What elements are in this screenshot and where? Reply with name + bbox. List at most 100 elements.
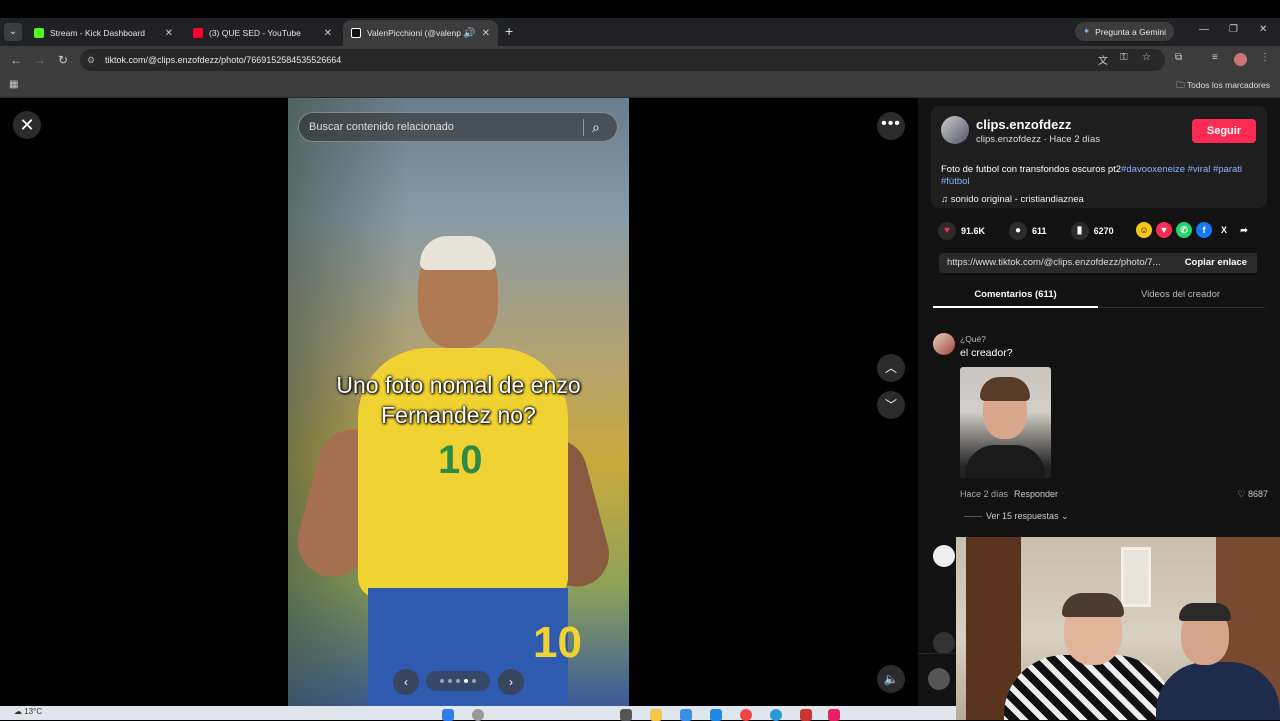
window-close-icon[interactable]: ✕ xyxy=(1259,24,1267,35)
volume-icon: 🔈 xyxy=(883,672,899,686)
photo-viewer: ✕ 10 10 Uno foto nomal de enzo Fernandez… xyxy=(0,98,918,706)
webcam-overlay xyxy=(956,537,1280,720)
post-link-field[interactable]: https://www.tiktok.com/@clips.enzofdezz/… xyxy=(939,253,1257,273)
comment-avatar[interactable] xyxy=(933,632,955,654)
music-label: sonido original - cristiandiaznea xyxy=(950,194,1084,205)
extensions-icon[interactable]: ⧉ xyxy=(1175,52,1182,63)
profile-avatar[interactable] xyxy=(1234,53,1247,66)
app-icon[interactable] xyxy=(710,709,722,721)
close-viewer-button[interactable]: ✕ xyxy=(13,111,41,139)
search-taskbar-icon[interactable] xyxy=(472,709,484,721)
os-taskbar: ☁ 13°C xyxy=(0,706,956,721)
follow-button[interactable]: Seguir xyxy=(1192,119,1256,143)
coin-icon[interactable]: ☺ xyxy=(1136,222,1152,238)
tab-youtube[interactable]: (3) QUE SED - YouTube ✕ xyxy=(185,20,340,46)
minimize-icon[interactable]: — xyxy=(1199,24,1209,35)
caption-line-1: Uno foto nomal de enzo xyxy=(336,372,581,398)
reload-icon[interactable]: ↻ xyxy=(58,53,68,67)
jersey-number: 10 xyxy=(438,438,483,482)
carousel-dot-active[interactable] xyxy=(464,679,468,683)
tab-tiktok[interactable]: ValenPicchioni (@valenpicc 🔊 ✕ xyxy=(343,20,498,46)
repost-icon[interactable]: ▼ xyxy=(1156,222,1172,238)
weather-widget[interactable]: ☁ 13°C xyxy=(14,707,42,716)
comment-image-hair xyxy=(980,377,1030,401)
chrome-icon[interactable] xyxy=(740,709,752,721)
comment-username[interactable]: ¿Qué? xyxy=(960,334,986,344)
comment-icon[interactable]: ● xyxy=(1009,222,1028,240)
webcam-window xyxy=(1121,547,1151,607)
close-icon: ✕ xyxy=(19,115,35,135)
author-avatar[interactable] xyxy=(941,116,969,144)
view-replies-button[interactable]: Ver 15 respuestas ⌄ xyxy=(964,511,1069,522)
close-tab-icon[interactable]: ✕ xyxy=(324,28,332,39)
translate-icon[interactable]: 文 xyxy=(1098,52,1108,67)
author-card: clips.enzofdezz clips.enzofdezz · Hace 2… xyxy=(931,106,1267,208)
password-key-icon[interactable]: ⚿ xyxy=(1120,52,1128,63)
edge-icon[interactable] xyxy=(770,709,782,721)
all-bookmarks-button[interactable]: 🗀 Todos los marcadores xyxy=(1176,80,1270,94)
x-icon[interactable]: X xyxy=(1216,222,1232,238)
search-icon[interactable]: ⌕ xyxy=(592,113,600,141)
menu-dots-icon[interactable]: ⋮ xyxy=(1260,52,1270,63)
tab-title: (3) QUE SED - YouTube xyxy=(209,28,301,38)
start-icon[interactable] xyxy=(442,709,454,721)
comment-avatar[interactable] xyxy=(933,545,955,567)
tab-comments[interactable]: Comentarios (611) xyxy=(933,282,1098,308)
maximize-icon[interactable]: ❐ xyxy=(1229,24,1238,35)
player-hair xyxy=(420,236,496,270)
cloud-icon: ☁ xyxy=(14,707,25,716)
comment-image[interactable] xyxy=(960,367,1051,478)
volume-button[interactable]: 🔈 xyxy=(877,665,905,693)
media-controls-icon[interactable]: ≡ xyxy=(1212,52,1218,63)
whatsapp-icon[interactable]: ✆ xyxy=(1176,222,1192,238)
new-tab-button[interactable]: + xyxy=(505,23,513,39)
carousel-dot[interactable] xyxy=(456,679,460,683)
close-tab-icon[interactable]: ✕ xyxy=(165,28,173,39)
back-icon[interactable]: ← xyxy=(10,53,22,67)
carousel-next-button[interactable]: › xyxy=(498,669,524,695)
share-arrow-icon[interactable]: ➦ xyxy=(1236,222,1252,238)
explorer-icon[interactable] xyxy=(650,709,662,721)
taskview-icon[interactable] xyxy=(620,709,632,721)
speaker-icon[interactable]: 🔊 xyxy=(463,28,475,39)
previous-post-button[interactable]: ︿ xyxy=(877,354,905,382)
tab-search-button[interactable]: ⌄ xyxy=(4,23,22,41)
music-note-icon: ♫ xyxy=(941,194,951,205)
search-divider xyxy=(583,119,584,136)
carousel-dot[interactable] xyxy=(472,679,476,683)
share-icons: ☺ ▼ ✆ f X ➦ xyxy=(1136,222,1252,238)
tab-kick[interactable]: Stream - Kick Dashboard ✕ xyxy=(26,20,181,46)
copy-link-button[interactable]: Copiar enlace xyxy=(1174,253,1257,273)
tab-creator-videos[interactable]: Videos del creador xyxy=(1098,282,1263,308)
author-username[interactable]: clips.enzofdezz xyxy=(976,117,1071,132)
comment-avatar[interactable] xyxy=(933,333,955,355)
url-field[interactable]: ⚙ tiktok.com/@clips.enzofdezz/photo/7669… xyxy=(80,49,1165,71)
reply-button[interactable]: Responder xyxy=(1014,489,1058,499)
bookmark-star-icon[interactable]: ☆ xyxy=(1142,52,1151,63)
weather-temp: 13°C xyxy=(24,707,43,716)
apps-grid-icon[interactable]: ▦ xyxy=(9,79,18,90)
caption-line-2: Fernandez no? xyxy=(381,402,536,428)
tab-title: ValenPicchioni (@valenpicc xyxy=(367,28,462,38)
carousel-dot[interactable] xyxy=(440,679,444,683)
next-post-button[interactable]: ﹀ xyxy=(877,391,905,419)
comment-likes[interactable]: ♡ 8687 xyxy=(1237,489,1268,500)
close-tab-icon[interactable]: ✕ xyxy=(482,28,490,39)
store-icon[interactable] xyxy=(680,709,692,721)
app-icon[interactable] xyxy=(800,709,812,721)
more-options-button[interactable]: ••• xyxy=(877,112,905,140)
carousel-dot[interactable] xyxy=(448,679,452,683)
carousel-prev-button[interactable]: ‹ xyxy=(393,669,419,695)
related-search-input[interactable]: Buscar contenido relacionado ⌕ xyxy=(298,112,618,142)
forward-icon[interactable]: → xyxy=(34,53,46,67)
heart-icon[interactable]: ♥ xyxy=(938,222,956,240)
music-row[interactable]: ♫ sonido original - cristiandiaznea xyxy=(941,194,1084,205)
carousel-dots xyxy=(426,671,490,691)
post-photo[interactable]: 10 10 Uno foto nomal de enzo Fernandez n… xyxy=(288,98,629,706)
facebook-icon[interactable]: f xyxy=(1196,222,1212,238)
gemini-button[interactable]: ✦ Pregunta a Gemini xyxy=(1075,22,1174,41)
all-bookmarks-label: Todos los marcadores xyxy=(1186,80,1270,90)
app-icon[interactable] xyxy=(828,709,840,721)
site-info-icon[interactable]: ⚙ xyxy=(87,49,95,71)
bookmark-icon[interactable]: ▮ xyxy=(1070,222,1089,240)
